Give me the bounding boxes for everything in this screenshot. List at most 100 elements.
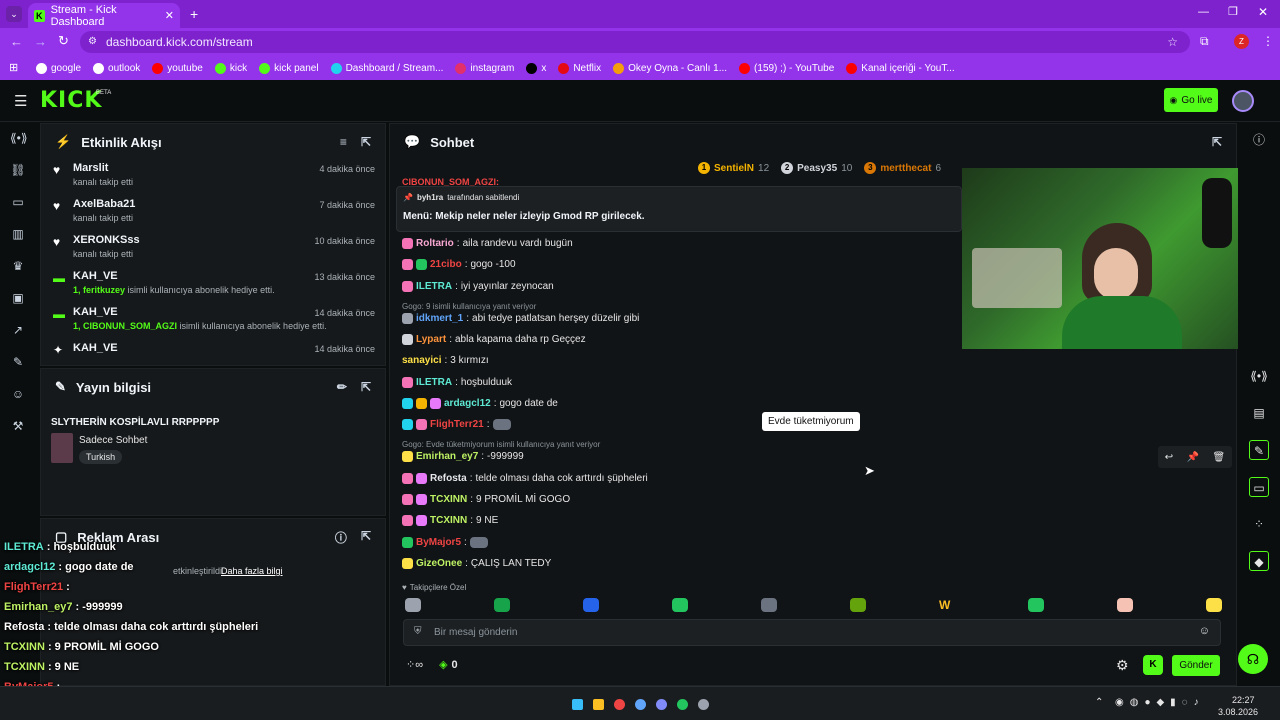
bookmark-item[interactable]: (159) ;) - YouTube (739, 62, 834, 74)
tab-close-icon[interactable]: ✕ (165, 9, 174, 22)
reply-icon[interactable]: ↩ (1165, 452, 1173, 463)
emote-icon[interactable] (850, 598, 866, 612)
chat-message[interactable]: Emirhan_ey7: -999999 (402, 451, 524, 462)
language-tag[interactable]: Turkish (79, 450, 123, 464)
stream-icon[interactable]: ⟪•⟫ (10, 130, 28, 146)
hamburger-menu-icon[interactable]: ☰ (14, 92, 27, 110)
kick-emote-icon[interactable]: K (1143, 655, 1163, 675)
ad-break-more-link[interactable]: Daha fazla bilgi (221, 566, 283, 576)
emote-icon[interactable] (494, 598, 510, 612)
chrome-icon[interactable] (614, 699, 625, 710)
window-icon[interactable]: ▭ (10, 194, 26, 210)
user-avatar[interactable] (1232, 90, 1254, 112)
bookmark-item[interactable]: youtube (152, 62, 203, 74)
info-icon[interactable]: ⓘ (335, 529, 347, 546)
chat-message[interactable]: GizeOnee: ÇALIŞ LAN TEDY (402, 558, 551, 569)
chat-username[interactable]: sanayici (402, 355, 441, 366)
apps-grid-icon[interactable]: ⊞ (9, 61, 18, 74)
emote-icon[interactable] (583, 598, 599, 612)
bookmark-item[interactable]: kick panel (259, 62, 319, 74)
emote-icon[interactable] (672, 598, 688, 612)
minimize-icon[interactable]: — (1198, 6, 1209, 18)
chat-message[interactable]: ILETRA: hoşbulduuk (402, 377, 512, 388)
emote-icon[interactable] (1117, 598, 1133, 612)
emote-icon[interactable] (761, 598, 777, 612)
tab-search-icon[interactable]: ⌄ (6, 6, 22, 22)
link-icon[interactable]: ⛓ (10, 162, 26, 178)
popout-icon[interactable]: ⇱ (361, 529, 371, 546)
chat-message[interactable]: Lypart: abla kapama daha rp Geççez (402, 334, 586, 345)
emote-icon[interactable] (405, 598, 421, 612)
chat-message[interactable]: TCXINN:9 NE (402, 515, 498, 526)
wrench-icon[interactable]: ✎ (1249, 440, 1269, 460)
broadcast-icon[interactable]: ⟪•⟫ (1249, 366, 1269, 386)
chat-message[interactable]: Refosta: telde olması daha cok arttırdı ş… (402, 473, 648, 484)
bookmark-item[interactable]: kick (214, 62, 247, 74)
settings-icon[interactable]: ⚙ (1116, 657, 1129, 674)
browser-menu-icon[interactable]: ⋮ (1262, 34, 1274, 48)
chat-message[interactable]: ardagcl12: gogo date de (402, 398, 558, 409)
chat-username[interactable]: Lypart (416, 334, 446, 345)
analytics-icon[interactable]: ▥ (10, 226, 26, 242)
trophy-icon[interactable]: ♛ (10, 258, 26, 274)
tag-icon[interactable]: ◆ (1249, 551, 1269, 571)
chat-username[interactable]: TCXINN (430, 515, 467, 526)
emote-icon[interactable]: W (939, 598, 950, 612)
info-icon[interactable]: ⓘ (1249, 130, 1269, 150)
chat-username[interactable]: Roltario (416, 238, 454, 249)
bookmark-item[interactable]: Netflix (558, 62, 601, 74)
emoji-icon[interactable]: ☺ (1199, 625, 1210, 637)
popout-icon[interactable]: ⇱ (361, 380, 371, 394)
video-icon[interactable]: ▣ (10, 290, 26, 306)
send-button[interactable]: Gönder (1172, 655, 1220, 676)
delete-icon[interactable]: 🗑 (1213, 452, 1226, 463)
chat-message[interactable]: Roltario: aila randevu vardı bugün (402, 238, 573, 249)
extensions-icon[interactable]: ⧉ (1200, 34, 1209, 49)
start-icon[interactable] (572, 699, 583, 710)
obs-icon[interactable] (698, 699, 709, 710)
back-icon[interactable]: ← (10, 34, 23, 49)
browser-tab-active[interactable]: K Stream - Kick Dashboard ✕ (28, 3, 180, 28)
chat-username[interactable]: TCXINN (430, 494, 467, 505)
profile-icon[interactable]: Z (1234, 34, 1249, 49)
bookmark-item[interactable]: x (526, 62, 546, 74)
chat-username[interactable]: GizeOnee (416, 558, 462, 569)
emote-icon[interactable] (1028, 598, 1044, 612)
chat-message[interactable]: sanayici:3 kırmızı (402, 355, 489, 366)
bookmark-item[interactable]: google (36, 62, 81, 74)
bookmark-star-icon[interactable]: ☆ (1167, 31, 1178, 53)
edit-icon[interactable]: ✏ (337, 380, 347, 394)
chat-message[interactable]: ILETRA: iyi yayınlar zeynocan (402, 281, 554, 292)
wrench-icon[interactable]: ✎ (10, 354, 26, 370)
apps-icon[interactable]: ⁘ (1249, 514, 1269, 534)
chat-username[interactable]: 21cibo (430, 259, 462, 270)
forward-icon[interactable]: → (34, 34, 47, 49)
users-icon[interactable]: ☺ (10, 386, 26, 402)
tray-icons[interactable]: ◉◍●◆▮◌♪ (1115, 697, 1205, 708)
steam-icon[interactable] (635, 699, 646, 710)
chat-username[interactable]: FlighTerr21 (430, 419, 484, 430)
leaderboard-entry[interactable]: 1 SentielN 12 (698, 162, 769, 174)
leaderboard-entry[interactable]: 3 mertthecat 6 (864, 162, 941, 174)
chat-username[interactable]: ByMajor5 (416, 537, 461, 548)
emote-icon[interactable] (1206, 598, 1222, 612)
reload-icon[interactable]: ↻ (58, 33, 69, 49)
support-icon[interactable]: ☊ (1238, 644, 1268, 674)
new-tab-icon[interactable]: + (190, 6, 198, 22)
bookmark-item[interactable]: Okey Oyna - Canlı 1... (613, 62, 727, 74)
chat-username[interactable]: ardagcl12 (444, 398, 491, 409)
tools-icon[interactable]: ⚒ (10, 418, 26, 434)
bookmark-item[interactable]: Dashboard / Stream... (330, 62, 443, 74)
pin-icon[interactable]: 📌 (1187, 452, 1199, 463)
window-icon[interactable]: ▭ (1249, 477, 1269, 497)
chat-message[interactable]: 21cibo: gogo -100 (402, 259, 516, 270)
chat-message[interactable]: idkmert_1: abi tedye patlatsan herşey düz… (402, 313, 639, 324)
popout-icon[interactable]: ⇱ (1212, 135, 1222, 149)
bookmark-item[interactable]: outlook (93, 62, 140, 74)
explorer-icon[interactable] (593, 699, 604, 710)
bookmark-item[interactable]: instagram (455, 62, 514, 74)
chat-message[interactable]: ByMajor5: (402, 537, 488, 548)
spotify-icon[interactable] (677, 699, 688, 710)
inbox-icon[interactable]: ▤ (1249, 403, 1269, 423)
chat-username[interactable]: ILETRA (416, 377, 452, 388)
